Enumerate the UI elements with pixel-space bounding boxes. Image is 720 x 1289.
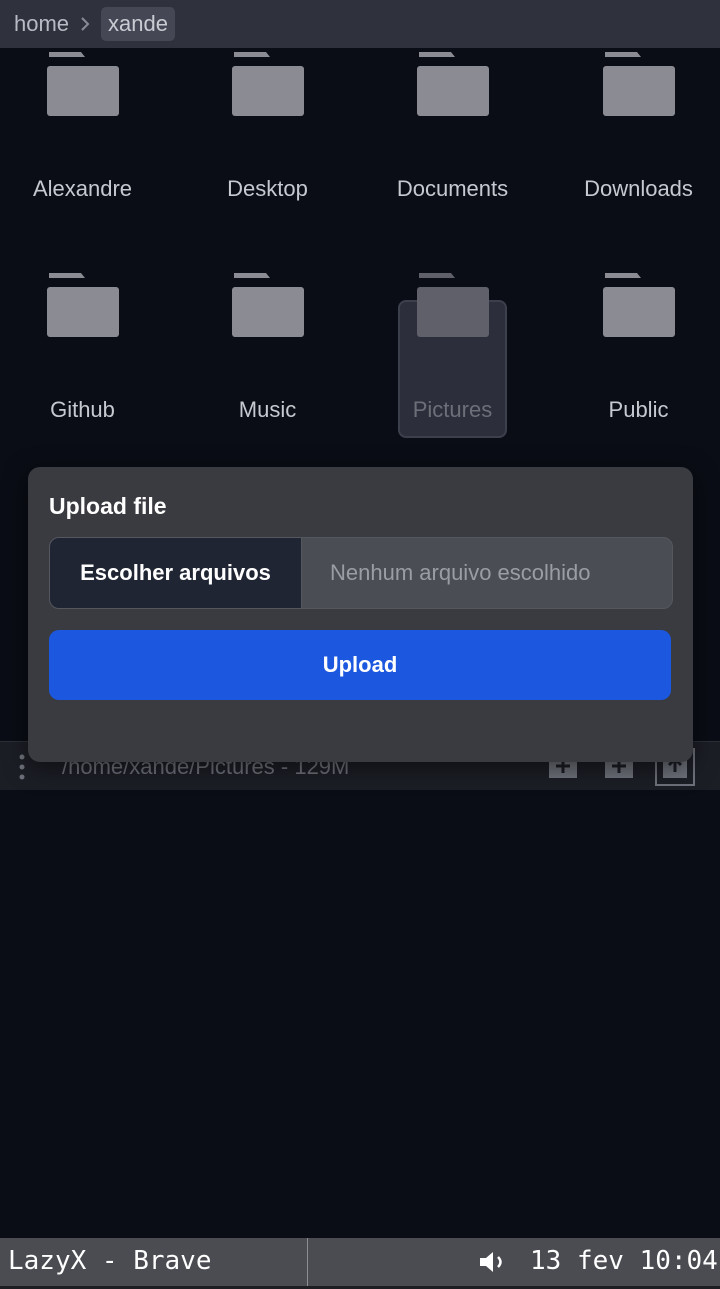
- folder-icon: [417, 273, 489, 342]
- folder-icon: [232, 273, 304, 342]
- folder-name: Pictures: [412, 397, 493, 422]
- upload-dialog: Upload file Escolher arquivos Nenhum arq…: [28, 467, 693, 762]
- volume-icon[interactable]: [478, 1249, 508, 1282]
- folder-icon: [603, 273, 675, 342]
- folder-name: Documents: [396, 176, 509, 201]
- upload-button[interactable]: Upload: [49, 630, 671, 700]
- dialog-title: Upload file: [49, 493, 167, 519]
- taskbar-divider: [307, 1238, 308, 1286]
- clock: 13 fev 10:04: [530, 1246, 718, 1276]
- folder-pictures[interactable]: Pictures: [360, 0, 545, 422]
- folder-github[interactable]: Github: [0, 0, 175, 422]
- folder-name: Desktop: [227, 176, 308, 201]
- folder-name: Public: [608, 397, 669, 422]
- no-file-chosen-text: Nenhum arquivo escolhido: [330, 560, 591, 585]
- folder-name: Github: [50, 397, 115, 422]
- folder-music[interactable]: Music: [175, 0, 360, 422]
- folder-name: Downloads: [584, 176, 693, 201]
- folder-public[interactable]: Public: [546, 0, 720, 422]
- file-input[interactable]: Escolher arquivos Nenhum arquivo escolhi…: [49, 537, 673, 609]
- window-title[interactable]: LazyX - Brave: [8, 1246, 212, 1276]
- choose-files-button[interactable]: Escolher arquivos: [50, 538, 302, 608]
- folder-name: Alexandre: [32, 176, 133, 201]
- more-vertical-icon[interactable]: [18, 754, 26, 785]
- folder-icon: [47, 273, 119, 342]
- taskbar: LazyX - Brave 13 fev 10:04: [0, 1238, 720, 1286]
- folder-name: Music: [238, 397, 297, 422]
